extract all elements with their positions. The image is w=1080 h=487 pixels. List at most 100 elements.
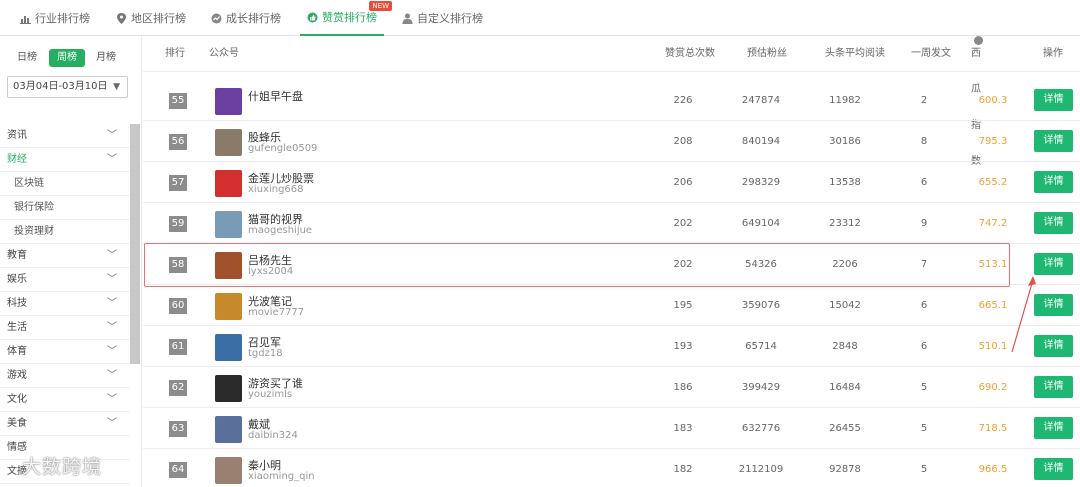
avg-read-value: 11982 bbox=[829, 95, 861, 106]
tab-industry-ranking[interactable]: 行业排行榜 bbox=[20, 0, 90, 36]
rank-badge: 56 bbox=[169, 134, 187, 150]
account-avatar[interactable] bbox=[215, 293, 242, 320]
fans-value: 399429 bbox=[741, 382, 781, 393]
index-value: 718.5 bbox=[978, 423, 1008, 434]
sidebar-category-label: 教育 bbox=[7, 250, 27, 261]
header-action: 操作 bbox=[1043, 48, 1063, 59]
account-id: xiuxing668 bbox=[248, 184, 304, 195]
table-row: 59 猫哥的视界 maogeshijue 202 649104 23312 9 747.2 详情 bbox=[143, 203, 1080, 244]
account-name[interactable]: 什姐早午盘 bbox=[248, 88, 303, 104]
account-avatar[interactable] bbox=[215, 375, 242, 402]
avg-read-value: 13538 bbox=[829, 177, 861, 188]
sidebar-category-item[interactable]: 投资理财 bbox=[0, 220, 130, 244]
fans-value: 649104 bbox=[741, 218, 781, 229]
table-row: 58 吕杨先生 lyxs2004 202 54326 2206 7 513.1 详情 bbox=[143, 244, 1080, 285]
sidebar-category-item[interactable]: 美食 ﹀ bbox=[0, 412, 130, 436]
account-avatar[interactable] bbox=[215, 457, 242, 484]
fans-value: 632776 bbox=[741, 423, 781, 434]
sidebar-category-item[interactable]: 体育 ﹀ bbox=[0, 340, 130, 364]
rank-badge: 63 bbox=[169, 421, 187, 437]
rank-badge: 61 bbox=[169, 339, 187, 355]
rank-badge: 59 bbox=[169, 216, 187, 232]
tab-custom-ranking[interactable]: 自定义排行榜 bbox=[402, 0, 483, 36]
sidebar-category-item[interactable]: 资讯 ﹀ bbox=[0, 124, 130, 148]
period-month-button[interactable]: 月榜 bbox=[92, 49, 120, 67]
account-avatar[interactable] bbox=[215, 211, 242, 238]
table-row: 62 游资买了谁 youzimls 186 399429 16484 5 690.2 详情 bbox=[143, 367, 1080, 408]
annotation-arrow-icon bbox=[1011, 276, 1036, 353]
tab-label: 赞赏排行榜 bbox=[322, 11, 377, 24]
info-icon[interactable]: i bbox=[974, 36, 983, 58]
index-value: 690.2 bbox=[978, 382, 1008, 393]
date-range-select[interactable]: 03月04日-03月10日 ▼ bbox=[7, 76, 128, 98]
chevron-down-icon: ﹀ bbox=[107, 298, 117, 309]
new-badge: NEW bbox=[369, 1, 392, 11]
fans-value: 65714 bbox=[745, 341, 777, 352]
tab-growth-ranking[interactable]: 成长排行榜 bbox=[211, 0, 281, 36]
sidebar-category-item[interactable]: 区块链 bbox=[0, 172, 130, 196]
chevron-down-icon: ﹀ bbox=[107, 418, 117, 429]
rank-badge: 58 bbox=[169, 257, 187, 273]
sidebar-category-item[interactable]: 财经 ﹀ bbox=[0, 148, 130, 172]
growth-icon bbox=[211, 13, 222, 24]
detail-button[interactable]: 详情 bbox=[1034, 130, 1073, 152]
account-avatar[interactable] bbox=[215, 334, 242, 361]
account-avatar[interactable] bbox=[215, 88, 242, 115]
table-header: 排行 公众号 赞赏总次数 预估粉丝 头条平均阅读 一周发文 西瓜指数 i 操作 bbox=[143, 36, 1080, 167]
rank-badge: 60 bbox=[169, 298, 187, 314]
period-day-button[interactable]: 日榜 bbox=[14, 49, 40, 67]
weekly-posts-value: 9 bbox=[920, 218, 928, 229]
account-avatar[interactable] bbox=[215, 252, 242, 279]
total-reward-value: 206 bbox=[673, 177, 693, 188]
rank-badge: 57 bbox=[169, 175, 187, 191]
header-weekly-posts[interactable]: 一周发文 bbox=[911, 36, 951, 72]
header-total-reward[interactable]: 赞赏总次数 bbox=[665, 36, 715, 72]
header-fans[interactable]: 预估粉丝 bbox=[747, 36, 787, 72]
sidebar-category-item[interactable]: 教育 ﹀ bbox=[0, 244, 130, 268]
account-avatar[interactable] bbox=[215, 416, 242, 443]
sidebar-category-label: 财经 bbox=[7, 154, 27, 165]
detail-button[interactable]: 详情 bbox=[1034, 171, 1073, 193]
detail-button[interactable]: 详情 bbox=[1034, 376, 1073, 398]
header-account: 公众号 bbox=[209, 48, 239, 59]
detail-button[interactable]: 详情 bbox=[1034, 212, 1073, 234]
detail-button[interactable]: 详情 bbox=[1034, 458, 1073, 480]
table-row: 60 光波笔记 movie7777 195 359076 15042 6 665.1 详情 bbox=[143, 285, 1080, 326]
account-id: lyxs2004 bbox=[248, 266, 294, 277]
detail-button[interactable]: 详情 bbox=[1034, 417, 1073, 439]
sidebar-category-item[interactable]: 娱乐 ﹀ bbox=[0, 268, 130, 292]
fans-value: 2112109 bbox=[738, 464, 784, 475]
header-avg-read[interactable]: 头条平均阅读 bbox=[825, 36, 885, 72]
account-avatar[interactable] bbox=[215, 170, 242, 197]
sidebar-category-label: 娱乐 bbox=[7, 274, 27, 285]
sidebar-category-label: 体育 bbox=[7, 346, 27, 357]
rank-badge: 62 bbox=[169, 380, 187, 396]
header-rank: 排行 bbox=[165, 48, 185, 59]
period-week-button[interactable]: 周榜 bbox=[49, 49, 85, 67]
detail-button[interactable]: 详情 bbox=[1034, 89, 1073, 111]
sidebar-category-item[interactable]: 科技 ﹀ bbox=[0, 292, 130, 316]
sidebar-category-item[interactable]: 银行保险 bbox=[0, 196, 130, 220]
account-id: movie7777 bbox=[248, 307, 305, 318]
total-reward-value: 208 bbox=[673, 136, 693, 147]
account-id: xiaoming_qin bbox=[248, 471, 315, 482]
sidebar-category-item[interactable]: 生活 ﹀ bbox=[0, 316, 130, 340]
total-reward-value: 183 bbox=[673, 423, 693, 434]
index-value: 600.3 bbox=[978, 95, 1008, 106]
sidebar-category-item[interactable]: 游戏 ﹀ bbox=[0, 364, 130, 388]
weekly-posts-value: 6 bbox=[920, 341, 928, 352]
sidebar-category-label: 资讯 bbox=[7, 130, 27, 141]
sidebar-category-label: 美食 bbox=[7, 418, 27, 429]
total-reward-value: 182 bbox=[673, 464, 693, 475]
index-value: 795.3 bbox=[978, 136, 1008, 147]
account-id: daibin324 bbox=[248, 430, 298, 441]
tab-reward-ranking[interactable]: 赞赏排行榜 NEW bbox=[300, 0, 392, 36]
sidebar-scrollbar[interactable] bbox=[130, 124, 140, 364]
sidebar-category-item[interactable]: 文化 ﹀ bbox=[0, 388, 130, 412]
tab-label: 自定义排行榜 bbox=[417, 12, 483, 25]
tab-region-ranking[interactable]: 地区排行榜 bbox=[116, 0, 186, 36]
total-reward-value: 226 bbox=[673, 95, 693, 106]
account-avatar[interactable] bbox=[215, 129, 242, 156]
tab-label: 地区排行榜 bbox=[131, 12, 186, 25]
avg-read-value: 26455 bbox=[829, 423, 861, 434]
